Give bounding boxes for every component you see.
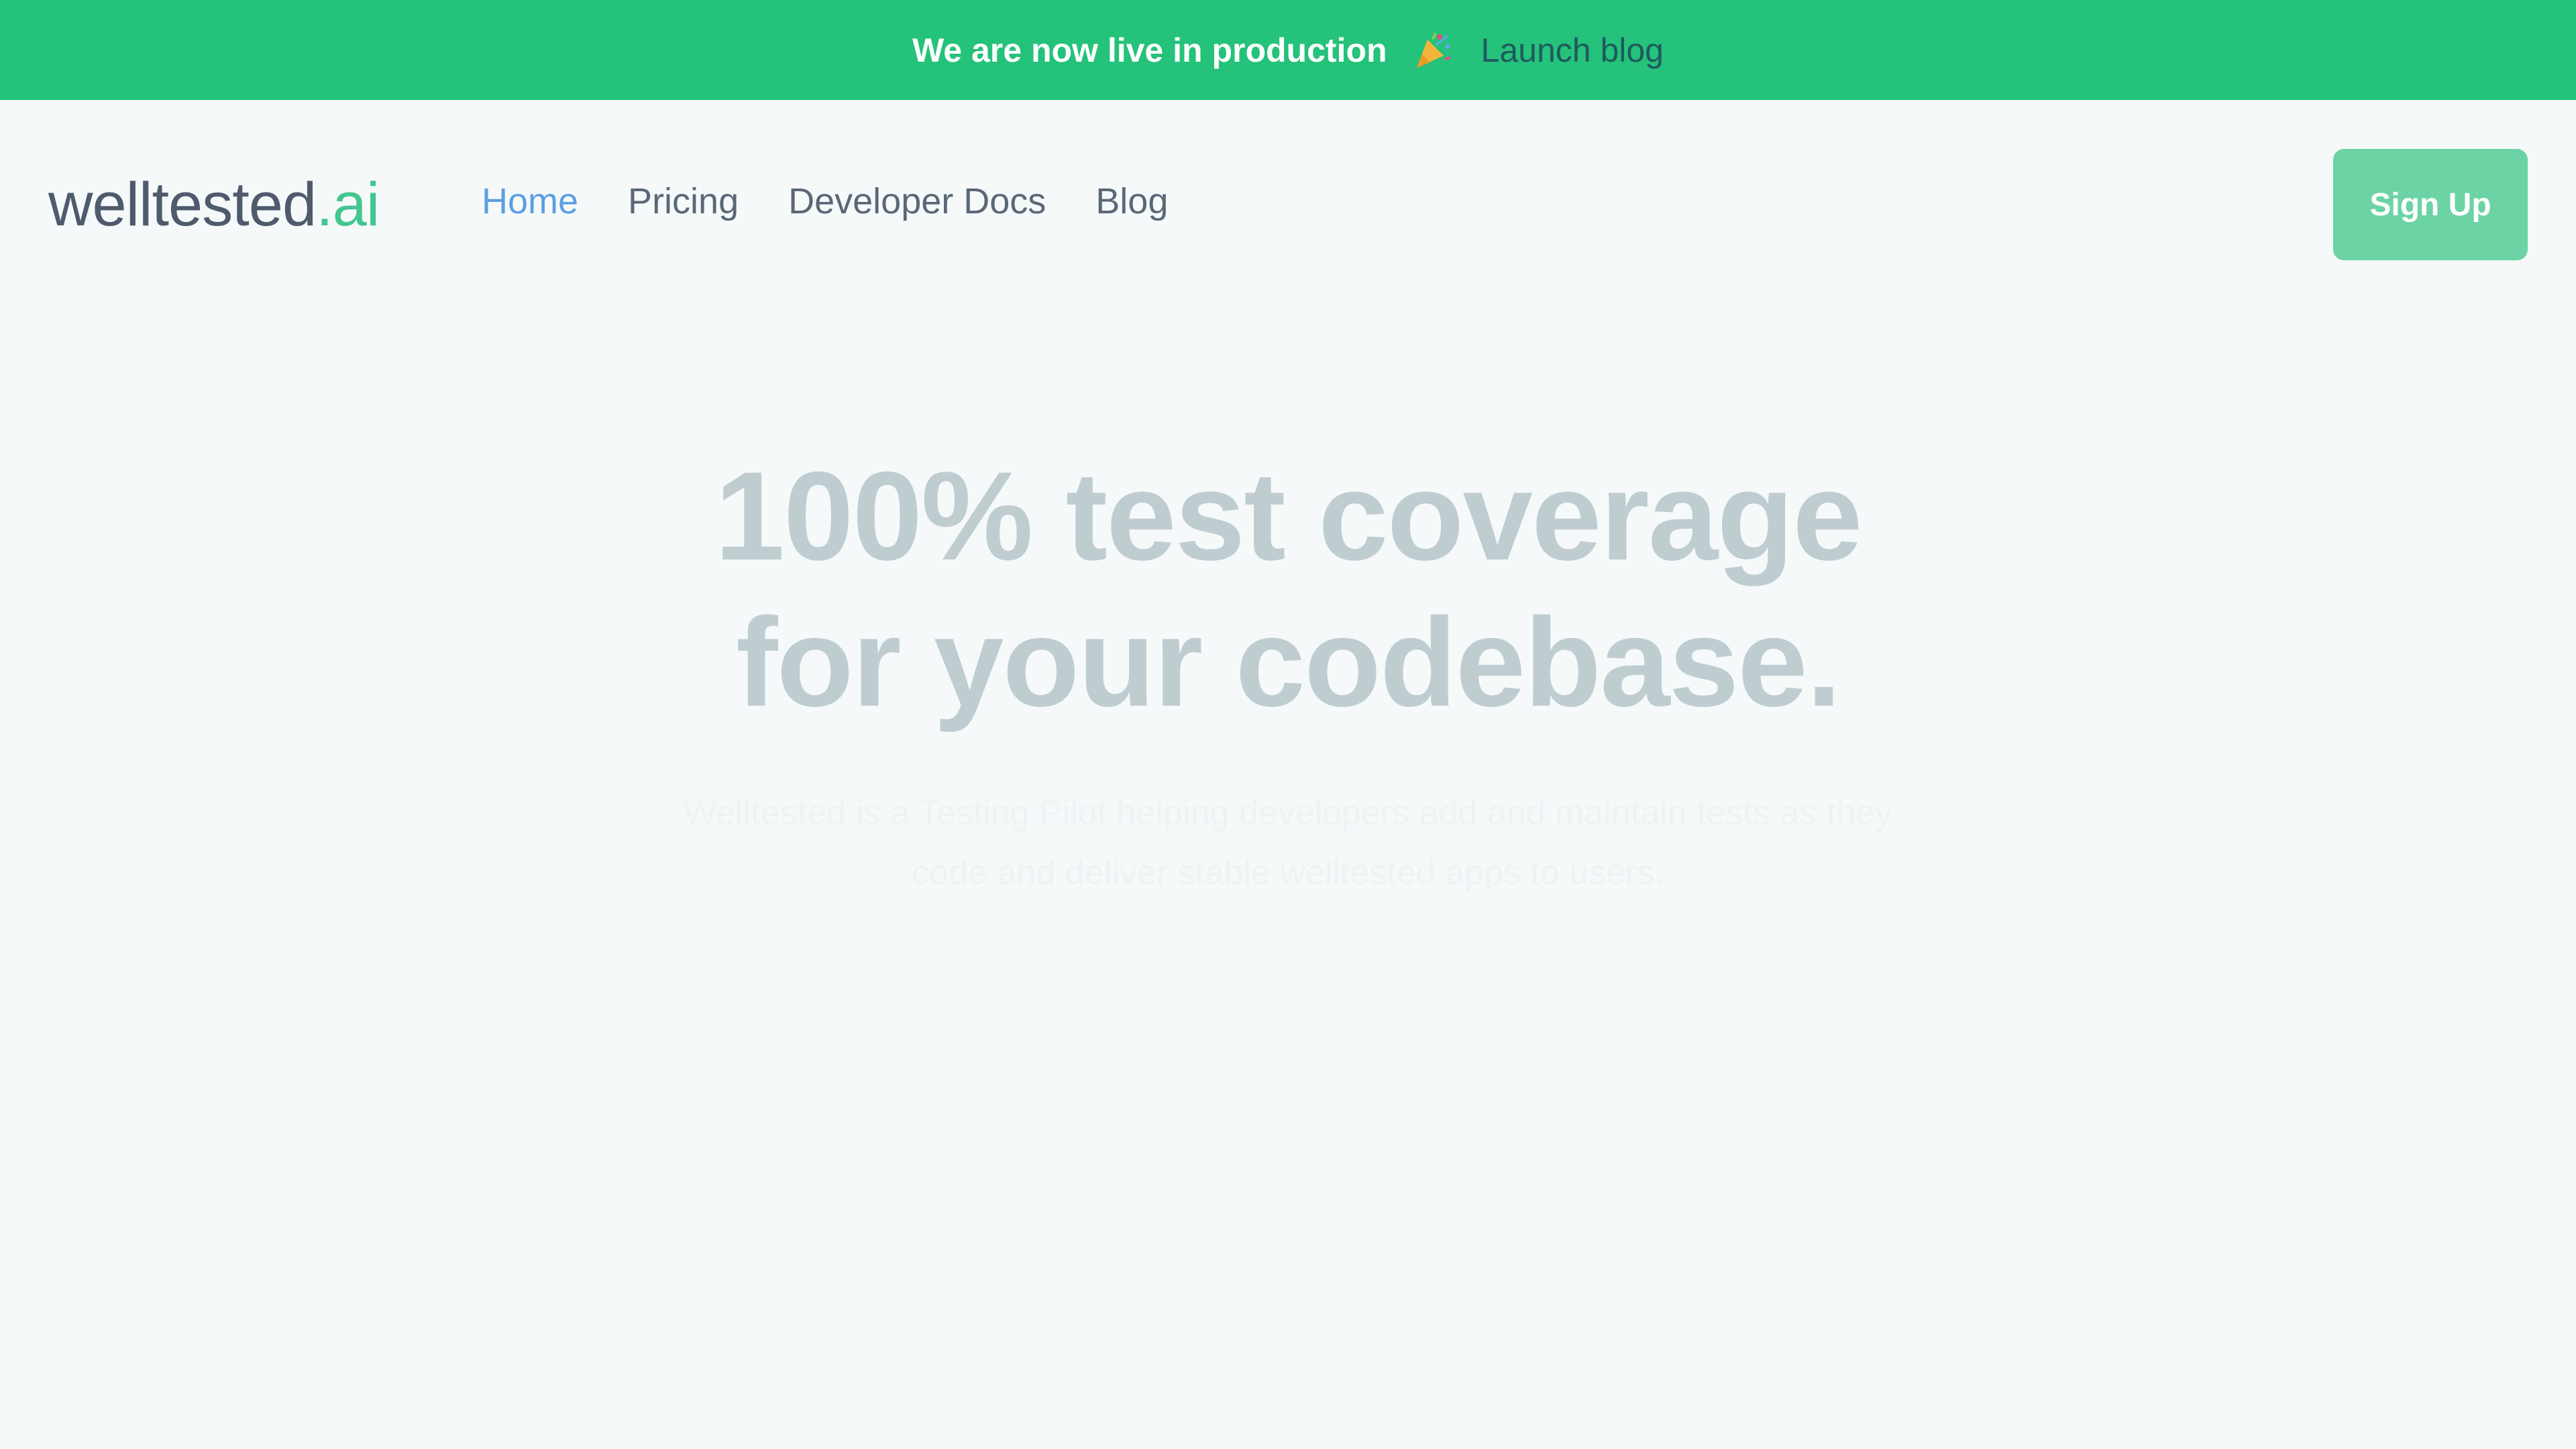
logo-main: welltested (48, 170, 317, 239)
hero-subtitle: Welltested is a Testing Pilot helping de… (624, 784, 1952, 902)
main-nav: Home Pricing Developer Docs Blog (482, 183, 1168, 219)
hero-title-line-2: for your codebase. (736, 592, 1841, 733)
announcement-bar: We are now live in production Launch blo… (0, 0, 2576, 100)
top-navbar: welltested.ai Home Pricing Developer Doc… (0, 100, 2576, 310)
hero-subtitle-line-2: code and deliver stable welltested apps … (912, 853, 1664, 892)
hero-title-line-1: 100% test coverage (714, 445, 1862, 586)
hero-section: 100% test coverage for your codebase. We… (0, 443, 2576, 902)
hero-subtitle-line-1: Welltested is a Testing Pilot helping de… (684, 794, 1892, 833)
nav-home[interactable]: Home (482, 183, 578, 219)
logo-accent: .ai (316, 170, 380, 239)
party-popper-icon (1413, 30, 1453, 70)
launch-blog-link[interactable]: Launch blog (1481, 31, 1664, 70)
announcement-text: We are now live in production (912, 31, 1387, 69)
logo[interactable]: welltested.ai (48, 174, 380, 235)
hero-title: 100% test coverage for your codebase. (0, 443, 2576, 735)
sign-up-button[interactable]: Sign Up (2333, 149, 2528, 260)
nav-pricing[interactable]: Pricing (628, 183, 739, 219)
nav-developer-docs[interactable]: Developer Docs (788, 183, 1046, 219)
nav-blog[interactable]: Blog (1095, 183, 1168, 219)
